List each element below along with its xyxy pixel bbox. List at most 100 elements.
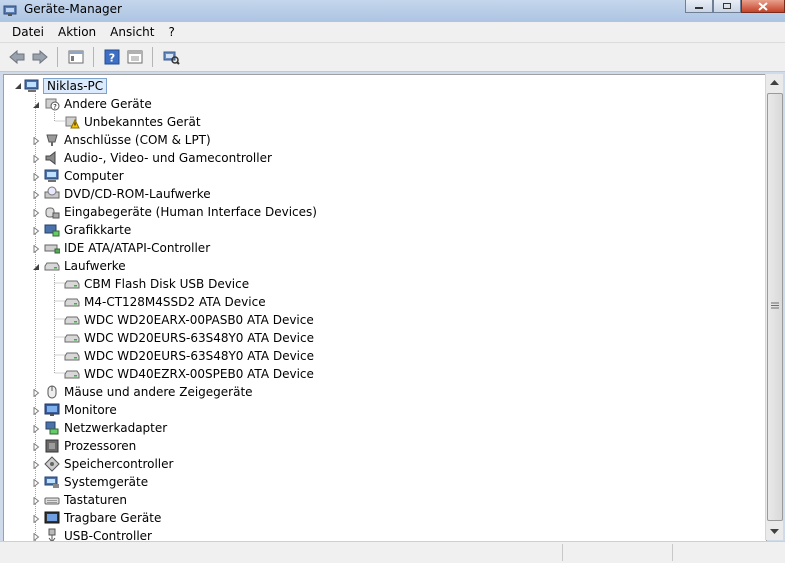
collapse-arrow-icon[interactable] [31,100,40,109]
ide-controller-icon [44,240,61,256]
tree-category[interactable]: Netzwerkadapter [44,419,167,437]
tree-device[interactable]: WDC WD20EARX-00PASB0 ATA Device [64,311,314,329]
status-bar [0,541,785,563]
collapse-root-icon[interactable] [13,81,22,90]
scroll-thumb[interactable] [767,93,783,521]
tree-item-label: WDC WD20EARX-00PASB0 ATA Device [84,313,314,327]
tree-device[interactable]: Unbekanntes Gerät [64,113,201,131]
tree-device[interactable]: M4-CT128M4SSD2 ATA Device [64,293,266,311]
disk-drive-icon [64,312,80,328]
menu-aktion[interactable]: Aktion [51,25,103,39]
tree-category[interactable]: ? Andere Geräte [44,95,152,113]
scroll-up-button[interactable] [766,74,783,91]
tree-category[interactable]: Laufwerke [44,257,126,275]
tree-item-label: Audio-, Video- und Gamecontroller [64,151,272,165]
tree-category[interactable]: Mäuse und andere Zeigegeräte [44,383,253,401]
forward-icon [32,49,48,65]
tree-category[interactable]: Speichercontroller [44,455,173,473]
expand-arrow-icon[interactable] [31,496,40,505]
svg-text:?: ? [109,52,115,65]
back-button[interactable] [6,46,28,68]
properties-button[interactable] [65,46,87,68]
tree-category[interactable]: Prozessoren [44,437,136,455]
expand-arrow-icon[interactable] [31,460,40,469]
tree-item-label: Computer [64,169,124,183]
tree-category[interactable]: DVD/CD-ROM-Laufwerke [44,185,211,203]
window-title: Geräte-Manager [24,2,122,16]
close-button[interactable] [741,0,785,13]
tree-category[interactable]: Anschlüsse (COM & LPT) [44,131,211,149]
tree-category[interactable]: Eingabegeräte (Human Interface Devices) [44,203,317,221]
unknown-device-icon: ? [44,96,60,112]
tree-item-label: Grafikkarte [64,223,132,237]
tree-item-label: Eingabegeräte (Human Interface Devices) [64,205,317,219]
expand-arrow-icon[interactable] [31,226,40,235]
tree-item-label: Monitore [64,403,117,417]
toolbar: ? [0,43,785,72]
usb-icon [44,528,60,541]
expand-arrow-icon[interactable] [31,478,40,487]
collapse-arrow-icon[interactable] [31,262,40,271]
menu-ansicht[interactable]: Ansicht [103,25,161,39]
tree-category[interactable]: IDE ATA/ATAPI-Controller [44,239,210,257]
maximize-icon [723,3,731,9]
computer-icon [24,78,40,94]
expand-arrow-icon[interactable] [31,154,40,163]
tree-device[interactable]: WDC WD20EURS-63S48Y0 ATA Device [64,347,314,365]
mouse-icon [44,384,60,400]
tree-category[interactable]: Grafikkarte [44,221,131,239]
expand-arrow-icon[interactable] [31,442,40,451]
expand-arrow-icon[interactable] [31,172,40,181]
forward-button[interactable] [29,46,51,68]
minimize-icon [695,7,703,9]
disk-drive-icon [64,294,80,310]
maximize-button[interactable] [713,0,741,13]
scroll-down-button[interactable] [766,523,783,540]
port-icon [44,132,60,148]
scan-hardware-button[interactable] [160,46,182,68]
menu-help[interactable]: ? [161,25,181,39]
expand-arrow-icon[interactable] [31,424,40,433]
show-hidden-button[interactable] [124,46,146,68]
expand-arrow-icon[interactable] [31,136,40,145]
tree-category[interactable]: Tastaturen [44,491,127,509]
show-hidden-icon [127,50,143,64]
tree-category[interactable]: Computer [44,167,124,185]
portable-device-icon [44,510,60,526]
tree-category[interactable]: USB-Controller [44,527,152,541]
close-icon [758,1,768,11]
tree-item-label: CBM Flash Disk USB Device [84,277,250,291]
tree-device[interactable]: WDC WD20EURS-63S48Y0 ATA Device [64,329,314,347]
tree-category[interactable]: Audio-, Video- und Gamecontroller [44,149,272,167]
expand-arrow-icon[interactable] [31,388,40,397]
tree-device[interactable]: CBM Flash Disk USB Device [64,275,249,293]
tree-item-label: Andere Geräte [64,97,152,111]
tree-category[interactable]: Systemgeräte [44,473,148,491]
minimize-button[interactable] [685,0,713,13]
tree-item-label: Laufwerke [64,259,126,273]
expand-arrow-icon[interactable] [31,190,40,199]
tree-category[interactable]: Monitore [44,401,117,419]
help-icon: ? [104,49,120,65]
menu-datei[interactable]: Datei [5,25,51,39]
speaker-icon [44,150,60,166]
back-icon [9,49,25,65]
tree-item-label: Tastaturen [64,493,127,507]
help-button[interactable]: ? [101,46,123,68]
dvd-drive-icon [44,186,60,202]
status-separator [672,544,673,561]
tree-root[interactable]: Niklas-PC [8,77,108,95]
system-device-icon [44,474,60,490]
vertical-scrollbar[interactable] [765,74,783,540]
tree-category[interactable]: Tragbare Geräte [44,509,161,527]
tree-item-label: Prozessoren [64,439,137,453]
expand-arrow-icon[interactable] [31,208,40,217]
device-tree[interactable]: Niklas-PC ? Andere Geräte Unbekanntes Gerä… [3,74,767,542]
grip-icon [771,302,779,309]
tree-item-label: Anschlüsse (COM & LPT) [64,133,211,147]
expand-arrow-icon[interactable] [31,514,40,523]
expand-arrow-icon[interactable] [31,244,40,253]
expand-arrow-icon[interactable] [31,406,40,415]
tree-device[interactable]: WDC WD40EZRX-00SPEB0 ATA Device [64,365,314,383]
expand-arrow-icon[interactable] [31,532,40,541]
